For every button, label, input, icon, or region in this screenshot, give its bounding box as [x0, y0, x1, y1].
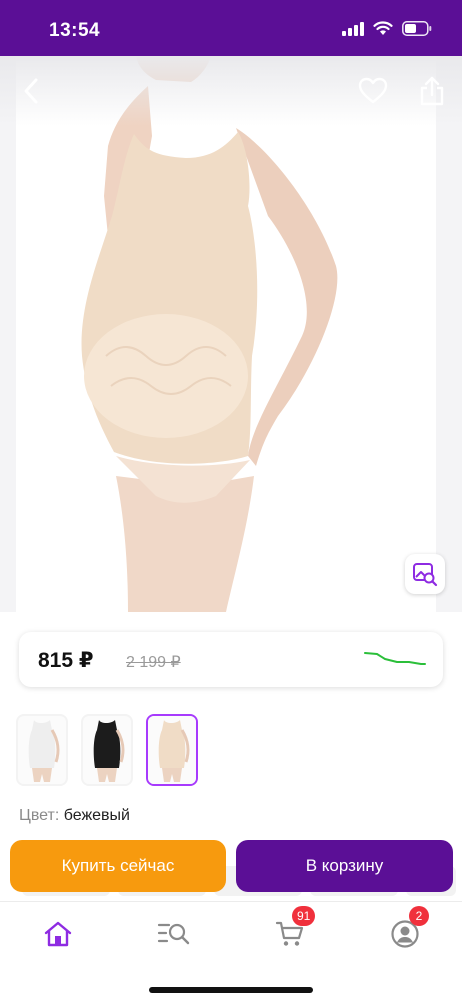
variant-photo — [83, 716, 131, 784]
cellular-signal-icon — [342, 21, 364, 36]
status-icons — [342, 21, 432, 36]
old-price: 2 199 ₽ — [126, 654, 181, 671]
home-icon — [44, 921, 72, 947]
catalog-search-icon — [157, 923, 190, 945]
current-price: 815 ₽ — [38, 649, 94, 672]
favorite-button[interactable] — [356, 74, 390, 108]
variant-thumbnail-beige[interactable] — [146, 714, 198, 786]
product-photo[interactable] — [16, 56, 436, 612]
nav-home[interactable] — [38, 914, 78, 954]
back-button[interactable] — [14, 74, 48, 108]
image-search-icon — [413, 563, 438, 587]
price-history-chart-icon[interactable] — [363, 649, 427, 669]
cart-count-badge: 91 — [292, 906, 316, 926]
profile-notification-badge: 2 — [409, 906, 429, 926]
hero-top-gradient — [0, 56, 462, 126]
home-indicator — [149, 987, 313, 993]
price-card[interactable]: 815 ₽ 2 199 ₽ — [19, 632, 443, 687]
bottom-navigation: 91 2 — [0, 901, 462, 1000]
wifi-icon — [373, 21, 393, 35]
nav-cart[interactable]: 91 — [270, 906, 316, 954]
product-photo-illustration — [81, 56, 338, 612]
status-time: 13:54 — [49, 20, 101, 41]
share-button[interactable] — [415, 74, 449, 108]
color-label: Цвет: — [19, 807, 60, 824]
variant-photo — [148, 716, 196, 784]
add-to-cart-button[interactable]: В корзину — [236, 840, 453, 892]
nav-profile[interactable]: 2 — [385, 906, 429, 954]
chevron-left-icon — [24, 78, 38, 104]
status-bar: 13:54 — [0, 0, 462, 56]
variant-photo — [18, 716, 66, 784]
buy-now-button[interactable]: Купить сейчас — [10, 840, 226, 892]
color-variant-thumbnails — [16, 714, 198, 786]
heart-icon — [358, 77, 388, 104]
color-value: бежевый — [63, 807, 130, 824]
color-info: Цвет: бежевый — [19, 807, 130, 825]
visual-search-button[interactable] — [405, 554, 445, 594]
product-image-area[interactable] — [0, 56, 462, 612]
battery-icon — [402, 21, 432, 36]
product-page: 13:54 815 ₽ 2 199 ₽ Цвет: бежевый Купить… — [0, 0, 462, 1000]
nav-catalog[interactable] — [154, 914, 194, 954]
variant-thumbnail-white[interactable] — [16, 714, 68, 786]
share-icon — [420, 76, 444, 106]
variant-thumbnail-black[interactable] — [81, 714, 133, 786]
